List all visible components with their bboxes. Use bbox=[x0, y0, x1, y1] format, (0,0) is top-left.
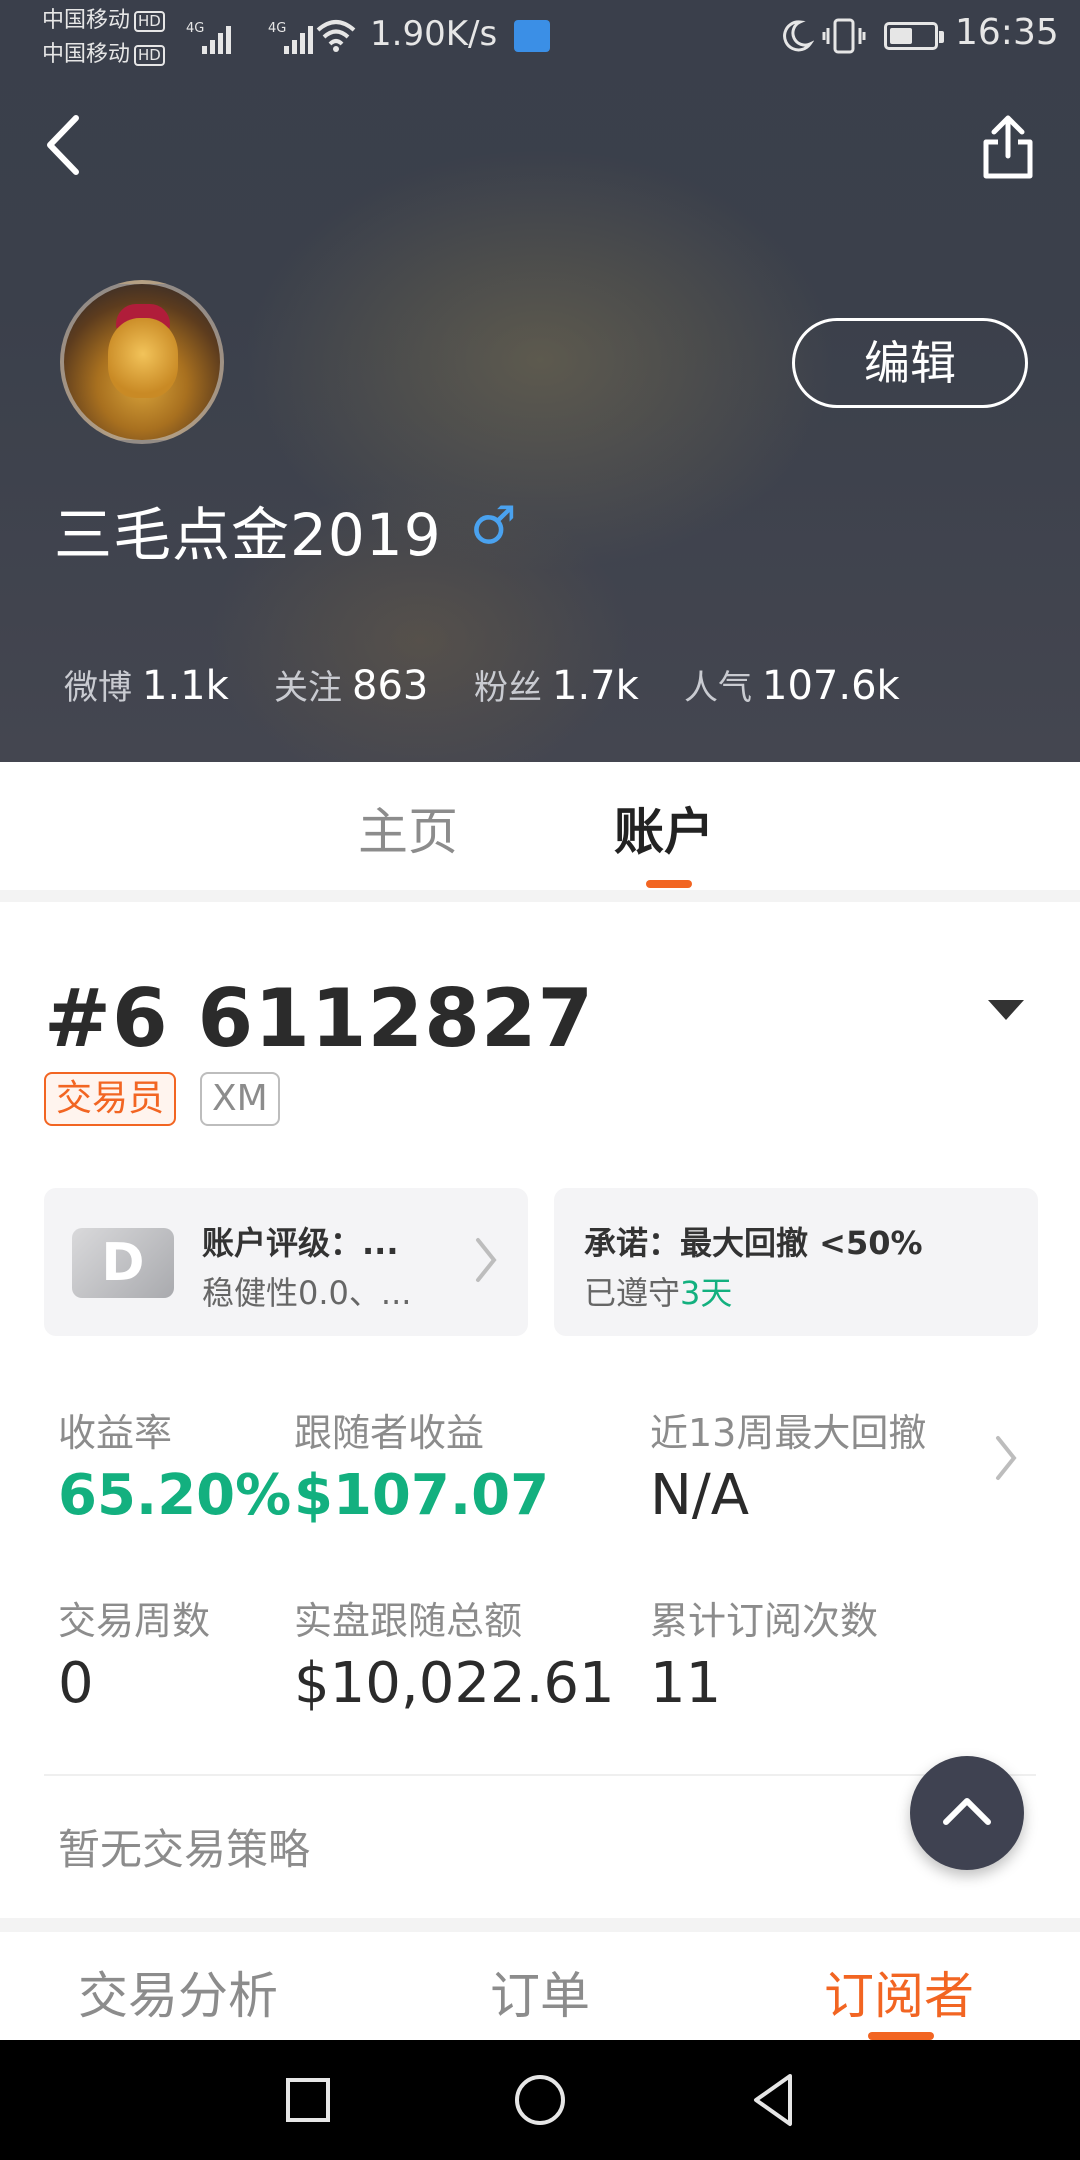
chevron-right-icon bbox=[476, 1238, 497, 1282]
gender-male-icon: ♂ bbox=[470, 496, 517, 556]
stat-followers[interactable]: 粉丝 1.7k bbox=[474, 660, 639, 709]
stat-popularity: 人气 107.6k bbox=[684, 663, 900, 709]
system-nav-bar bbox=[0, 2040, 1080, 2160]
metric-follower-profit: 跟随者收益 $107.07 bbox=[294, 1411, 550, 1528]
account-dropdown-icon[interactable] bbox=[988, 1000, 1024, 1020]
tab-orders[interactable]: 订单 bbox=[490, 1956, 590, 2028]
svg-text:4G: 4G bbox=[186, 21, 204, 36]
home-icon[interactable] bbox=[480, 2040, 600, 2160]
metric-trading-weeks: 交易周数 0 bbox=[58, 1599, 211, 1716]
scroll-to-top-button[interactable] bbox=[910, 1756, 1024, 1870]
back-arrow-icon[interactable] bbox=[40, 110, 90, 180]
tab-indicator bbox=[646, 880, 692, 888]
section-divider-2 bbox=[0, 1918, 1080, 1932]
rating-title: 账户评级：... bbox=[202, 1224, 399, 1262]
battery-icon bbox=[884, 22, 944, 50]
wifi-icon bbox=[316, 20, 356, 52]
trader-badge: 交易员 bbox=[44, 1072, 177, 1126]
stat-weibo[interactable]: 微博 1.1k bbox=[64, 660, 229, 709]
moon-icon bbox=[783, 20, 814, 52]
sub-tab-indicator bbox=[868, 2032, 934, 2040]
tab-account[interactable]: 账户 bbox=[614, 792, 714, 864]
sub-tabs: 交易分析 订单 订阅者 bbox=[0, 1932, 1080, 2040]
recent-apps-icon[interactable] bbox=[248, 2040, 368, 2160]
status-bar: 中国移动 HD 中国移动 HD 4G 4G 1.90K/s 16:35 bbox=[0, 0, 1080, 72]
chevron-right-icon[interactable] bbox=[992, 1430, 1020, 1486]
carrier-2: 中国移动 HD bbox=[42, 42, 165, 68]
metric-max-drawdown[interactable]: 近13周最大回撤 N/A bbox=[650, 1402, 926, 1528]
clock: 16:35 bbox=[955, 12, 1059, 53]
metric-subscription-count: 累计订阅次数 11 bbox=[650, 1599, 879, 1716]
account-id: #6 6112827 bbox=[44, 972, 595, 1065]
username: 三毛点金2019 bbox=[54, 501, 442, 569]
profile-header: 中国移动 HD 中国移动 HD 4G 4G 1.90K/s 16:35 编辑 三… bbox=[0, 0, 1080, 762]
avatar[interactable] bbox=[60, 280, 224, 444]
app-notification-icon bbox=[514, 20, 550, 52]
promise-subtitle: 已遵守3天 bbox=[584, 1274, 733, 1312]
svg-text:4G: 4G bbox=[268, 21, 286, 36]
no-strategy-text: 暂无交易策略 bbox=[58, 1825, 311, 1874]
stat-following[interactable]: 关注 863 bbox=[274, 660, 428, 709]
promise-title: 承诺：最大回撤 <50% bbox=[584, 1224, 923, 1262]
back-icon[interactable] bbox=[712, 2040, 832, 2160]
metric-return-rate: 收益率 65.20% bbox=[58, 1411, 292, 1528]
vibrate-icon bbox=[822, 18, 866, 54]
divider bbox=[44, 1774, 1036, 1776]
account-rating-card[interactable]: D 账户评级：... 稳健性0.0、... bbox=[44, 1188, 528, 1336]
edit-profile-button[interactable]: 编辑 bbox=[792, 318, 1028, 408]
tab-home[interactable]: 主页 bbox=[358, 792, 458, 864]
broker-badge: XM bbox=[200, 1072, 280, 1126]
carrier-1: 中国移动 HD bbox=[42, 8, 165, 34]
rating-grade-icon: D bbox=[72, 1228, 174, 1298]
drawdown-promise-card[interactable]: 承诺：最大回撤 <50% 已遵守3天 bbox=[554, 1188, 1038, 1336]
tab-trade-analysis[interactable]: 交易分析 bbox=[78, 1956, 278, 2028]
tab-subscribers[interactable]: 订阅者 bbox=[824, 1956, 974, 2028]
metric-live-follow-total: 实盘跟随总额 $10,022.61 bbox=[294, 1599, 615, 1716]
network-speed: 1.90K/s bbox=[370, 14, 498, 54]
chevron-up-icon bbox=[943, 1798, 991, 1825]
share-icon[interactable] bbox=[980, 112, 1036, 184]
signal-icon: 4G bbox=[186, 21, 231, 54]
rating-subtitle: 稳健性0.0、... bbox=[202, 1274, 412, 1312]
section-divider bbox=[0, 890, 1080, 902]
profile-tabs: 主页 账户 bbox=[0, 762, 1080, 890]
